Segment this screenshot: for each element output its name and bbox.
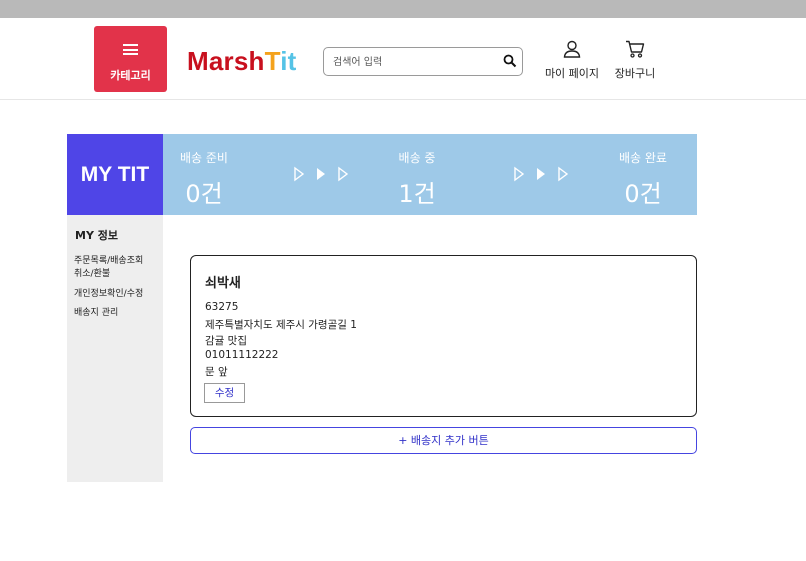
address-card: 쇠박새 63275 제주특별자치도 제주시 가령골길 1 감귤 맛집 01011… xyxy=(190,255,697,417)
phone-number: 01011112222 xyxy=(205,349,279,361)
sidebar: MY 정보 주문목록/배송조회 취소/환불 개인정보확인/수정 배송지 관리 xyxy=(67,215,163,482)
add-address-button[interactable]: + 배송지 추가 버튼 xyxy=(190,427,697,454)
cart-icon xyxy=(626,40,645,58)
search-input[interactable] xyxy=(333,54,493,70)
sidebar-item-profile[interactable]: 개인정보확인/수정 xyxy=(74,286,143,299)
stage-preparing[interactable]: 배송 준비 0건 xyxy=(177,149,231,209)
stage-count: 0건 xyxy=(185,180,223,208)
edit-address-button[interactable]: 수정 xyxy=(204,383,245,403)
recipient-name: 쇠박새 xyxy=(205,276,241,291)
browser-top-strip xyxy=(0,0,806,18)
sidebar-title: MY 정보 xyxy=(75,229,118,242)
user-icon xyxy=(563,40,581,58)
arrows-icon xyxy=(514,166,569,182)
cart-label: 장바구니 xyxy=(614,67,656,80)
stage-label: 배송 중 xyxy=(398,151,436,165)
sidebar-item-addresses[interactable]: 배송지 관리 xyxy=(74,305,118,318)
sidebar-item-orders[interactable]: 주문목록/배송조회 xyxy=(74,253,143,266)
arrows-icon xyxy=(294,166,349,182)
stage-label: 배송 완료 xyxy=(619,151,667,165)
stage-shipping[interactable]: 배송 중 1건 xyxy=(393,149,441,209)
stage-count: 1건 xyxy=(398,180,436,208)
mypage-link[interactable]: 마이 페이지 xyxy=(543,40,601,81)
address-line: 제주특별자치도 제주시 가령골길 1 xyxy=(205,319,357,331)
site-logo[interactable]: MarshTit xyxy=(187,46,297,77)
my-tit-title: MY TIT xyxy=(67,134,163,215)
search-box xyxy=(323,47,523,76)
hamburger-icon xyxy=(123,44,138,55)
category-label: 카테고리 xyxy=(110,69,151,82)
delivery-memo: 문 앞 xyxy=(205,366,228,378)
search-icon[interactable] xyxy=(503,54,517,68)
stage-label: 배송 준비 xyxy=(180,151,228,165)
cart-link[interactable]: 장바구니 xyxy=(612,40,658,81)
stage-count: 0건 xyxy=(624,180,662,208)
sidebar-item-cancel-refund[interactable]: 취소/환불 xyxy=(74,266,110,279)
mypage-label: 마이 페이지 xyxy=(544,67,600,80)
zipcode: 63275 xyxy=(205,301,239,313)
site-header: 카테고리 MarshTit 마이 페이지 장바구니 xyxy=(0,18,806,100)
address-detail: 감귤 맛집 xyxy=(205,335,247,347)
delivery-status-bar: MY TIT 배송 준비 0건 배송 중 1건 배송 완료 0건 xyxy=(67,134,697,215)
stage-delivered[interactable]: 배송 완료 0건 xyxy=(615,149,671,209)
category-button[interactable]: 카테고리 xyxy=(94,26,167,92)
